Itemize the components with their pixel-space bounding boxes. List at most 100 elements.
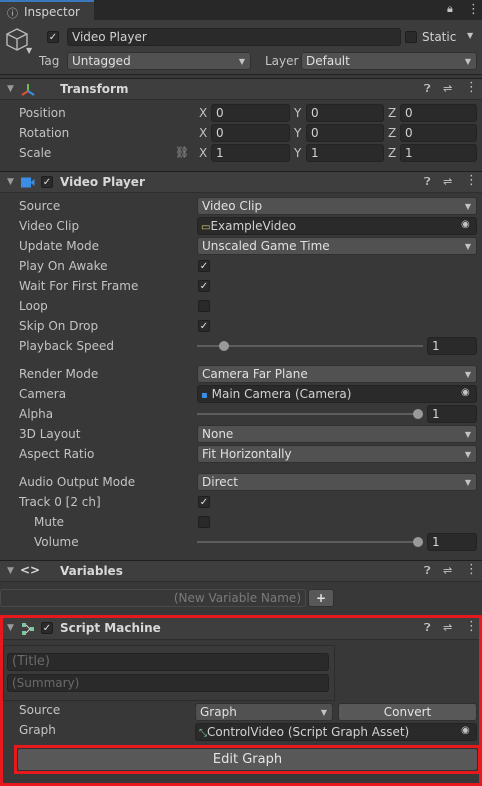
video-player-enabled-checkbox[interactable]: ✓ bbox=[41, 176, 53, 188]
static-dropdown-icon[interactable]: ▼ bbox=[467, 31, 473, 40]
position-y-field[interactable]: 0 bbox=[306, 104, 384, 122]
audio-output-mode-dropdown[interactable]: Direct ▼ bbox=[197, 473, 477, 491]
graph-summary-placeholder: (Summary) bbox=[12, 676, 80, 690]
scale-x-label[interactable]: X bbox=[199, 146, 207, 160]
static-checkbox[interactable] bbox=[405, 31, 417, 43]
help-icon[interactable]: ❓︎ bbox=[424, 621, 431, 635]
mute-checkbox[interactable] bbox=[198, 516, 210, 528]
camera-field[interactable]: ▪ Main Camera (Camera) bbox=[197, 385, 477, 403]
rotation-y-label[interactable]: Y bbox=[294, 126, 301, 140]
constrain-proportions-link-icon[interactable]: ⛓︎ bbox=[175, 146, 189, 159]
scale-y-label[interactable]: Y bbox=[294, 146, 301, 160]
foldout-arrow-icon[interactable]: ▼ bbox=[7, 623, 14, 633]
rotation-x-field[interactable]: 0 bbox=[211, 124, 290, 142]
sm-graph-field[interactable]: ⤡ControlVideo (Script Graph Asset) bbox=[195, 723, 477, 741]
layer-value: Default bbox=[306, 54, 350, 68]
graph-title-field[interactable]: (Title) bbox=[7, 653, 329, 671]
icon-dropdown-arrow-icon[interactable]: ▼ bbox=[26, 46, 32, 55]
video-player-header[interactable]: ▼ ✓ Video Player ❓︎ ⇌ ⋮ bbox=[0, 171, 482, 193]
foldout-arrow-icon[interactable]: ▼ bbox=[7, 177, 14, 187]
playback-speed-label: Playback Speed bbox=[19, 339, 114, 353]
tab-inspector[interactable]: ⓘ Inspector bbox=[0, 0, 94, 20]
loop-checkbox[interactable] bbox=[198, 300, 210, 312]
tag-dropdown[interactable]: Untagged ▼ bbox=[67, 52, 251, 70]
foldout-arrow-icon[interactable]: ▼ bbox=[7, 84, 14, 94]
playback-speed-field[interactable]: 1 bbox=[427, 337, 477, 355]
camera-label: Camera bbox=[19, 387, 67, 401]
video-clip-field[interactable]: ▭ExampleVideo bbox=[197, 217, 477, 235]
sm-source-dropdown[interactable]: Graph ▼ bbox=[195, 703, 333, 721]
more-menu-icon[interactable]: ⋮ bbox=[467, 2, 480, 17]
sm-graph-label: Graph bbox=[19, 723, 56, 737]
layout-3d-dropdown[interactable]: None ▼ bbox=[197, 425, 477, 443]
play-on-awake-checkbox[interactable]: ✓ bbox=[198, 260, 210, 272]
source-dropdown[interactable]: Video Clip ▼ bbox=[197, 197, 477, 215]
track0-checkbox[interactable]: ✓ bbox=[198, 496, 210, 508]
playback-speed-slider-track[interactable] bbox=[197, 345, 423, 347]
preset-sliders-icon[interactable]: ⇌ bbox=[443, 175, 452, 188]
aspect-ratio-dropdown[interactable]: Fit Horizontally ▼ bbox=[197, 445, 477, 463]
position-x-field[interactable]: 0 bbox=[211, 104, 290, 122]
help-icon[interactable]: ❓︎ bbox=[424, 564, 431, 578]
volume-field[interactable]: 1 bbox=[427, 533, 477, 551]
preset-sliders-icon[interactable]: ⇌ bbox=[443, 82, 452, 95]
camera-value: Main Camera (Camera) bbox=[211, 387, 352, 401]
variables-header[interactable]: ▼ <> Variables ❓︎ ⇌ ⋮ bbox=[0, 560, 482, 582]
skip-on-drop-checkbox[interactable]: ✓ bbox=[198, 320, 210, 332]
preset-sliders-icon[interactable]: ⇌ bbox=[443, 564, 452, 577]
alpha-field[interactable]: 1 bbox=[427, 405, 477, 423]
volume-slider-knob[interactable] bbox=[413, 537, 423, 547]
render-mode-dropdown[interactable]: Camera Far Plane ▼ bbox=[197, 365, 477, 383]
volume-label: Volume bbox=[34, 535, 79, 549]
alpha-slider-knob[interactable] bbox=[413, 409, 423, 419]
more-menu-icon[interactable]: ⋮ bbox=[465, 619, 478, 634]
rotation-y-field[interactable]: 0 bbox=[306, 124, 384, 142]
script-machine-enabled-checkbox[interactable]: ✓ bbox=[41, 622, 53, 634]
scale-z-label[interactable]: Z bbox=[388, 146, 396, 160]
layer-dropdown[interactable]: Default ▼ bbox=[301, 52, 477, 70]
position-x-label[interactable]: X bbox=[199, 106, 207, 120]
active-checkbox[interactable]: ✓ bbox=[47, 31, 59, 43]
graph-summary-field[interactable]: (Summary) bbox=[7, 674, 329, 692]
lock-icon[interactable]: 🔒︎ bbox=[447, 2, 453, 16]
chevron-down-icon: ▼ bbox=[464, 450, 471, 459]
video-camera-icon bbox=[21, 177, 35, 188]
volume-slider-track[interactable] bbox=[197, 541, 423, 543]
object-picker-icon[interactable]: ◉ bbox=[461, 387, 470, 398]
help-icon[interactable]: ❓︎ bbox=[424, 82, 431, 96]
render-mode-value: Camera Far Plane bbox=[202, 367, 308, 381]
scale-y-field[interactable]: 1 bbox=[306, 144, 384, 162]
video-clip-value: ExampleVideo bbox=[210, 219, 297, 233]
rotation-z-label[interactable]: Z bbox=[388, 126, 396, 140]
object-picker-icon[interactable]: ◉ bbox=[461, 725, 470, 736]
rotation-z-field[interactable]: 0 bbox=[400, 124, 477, 142]
edit-graph-button[interactable]: Edit Graph bbox=[17, 748, 478, 771]
foldout-arrow-icon[interactable]: ▼ bbox=[7, 566, 14, 576]
script-machine-header[interactable]: ▼ ✓ Script Machine ❓︎ ⇌ ⋮ bbox=[3, 618, 479, 640]
update-mode-dropdown[interactable]: Unscaled Game Time ▼ bbox=[197, 237, 477, 255]
transform-header[interactable]: ▼ Transform ❓︎ ⇌ ⋮ bbox=[0, 78, 482, 100]
position-z-field[interactable]: 0 bbox=[400, 104, 477, 122]
object-name-field[interactable]: Video Player bbox=[67, 28, 401, 46]
sm-source-value: Graph bbox=[200, 705, 237, 719]
position-z-label[interactable]: Z bbox=[388, 106, 396, 120]
preset-sliders-icon[interactable]: ⇌ bbox=[443, 621, 452, 634]
playback-speed-slider-knob[interactable] bbox=[218, 341, 229, 351]
layout-3d-value: None bbox=[202, 427, 234, 441]
more-menu-icon[interactable]: ⋮ bbox=[465, 80, 478, 95]
help-icon[interactable]: ❓︎ bbox=[424, 175, 431, 189]
rotation-x-label[interactable]: X bbox=[199, 126, 207, 140]
loop-label: Loop bbox=[19, 299, 48, 313]
convert-button[interactable]: Convert bbox=[338, 703, 477, 721]
scale-x-field[interactable]: 1 bbox=[211, 144, 290, 162]
more-menu-icon[interactable]: ⋮ bbox=[465, 562, 478, 577]
position-y-label[interactable]: Y bbox=[294, 106, 301, 120]
more-menu-icon[interactable]: ⋮ bbox=[465, 173, 478, 188]
object-picker-icon[interactable]: ◉ bbox=[461, 219, 470, 230]
scale-z-field[interactable]: 1 bbox=[400, 144, 477, 162]
alpha-slider-track[interactable] bbox=[197, 413, 423, 415]
add-variable-button[interactable]: + bbox=[308, 589, 334, 607]
wait-first-frame-checkbox[interactable]: ✓ bbox=[198, 280, 210, 292]
variables-title: Variables bbox=[60, 564, 123, 578]
new-variable-name-field[interactable]: (New Variable Name) bbox=[0, 589, 306, 607]
